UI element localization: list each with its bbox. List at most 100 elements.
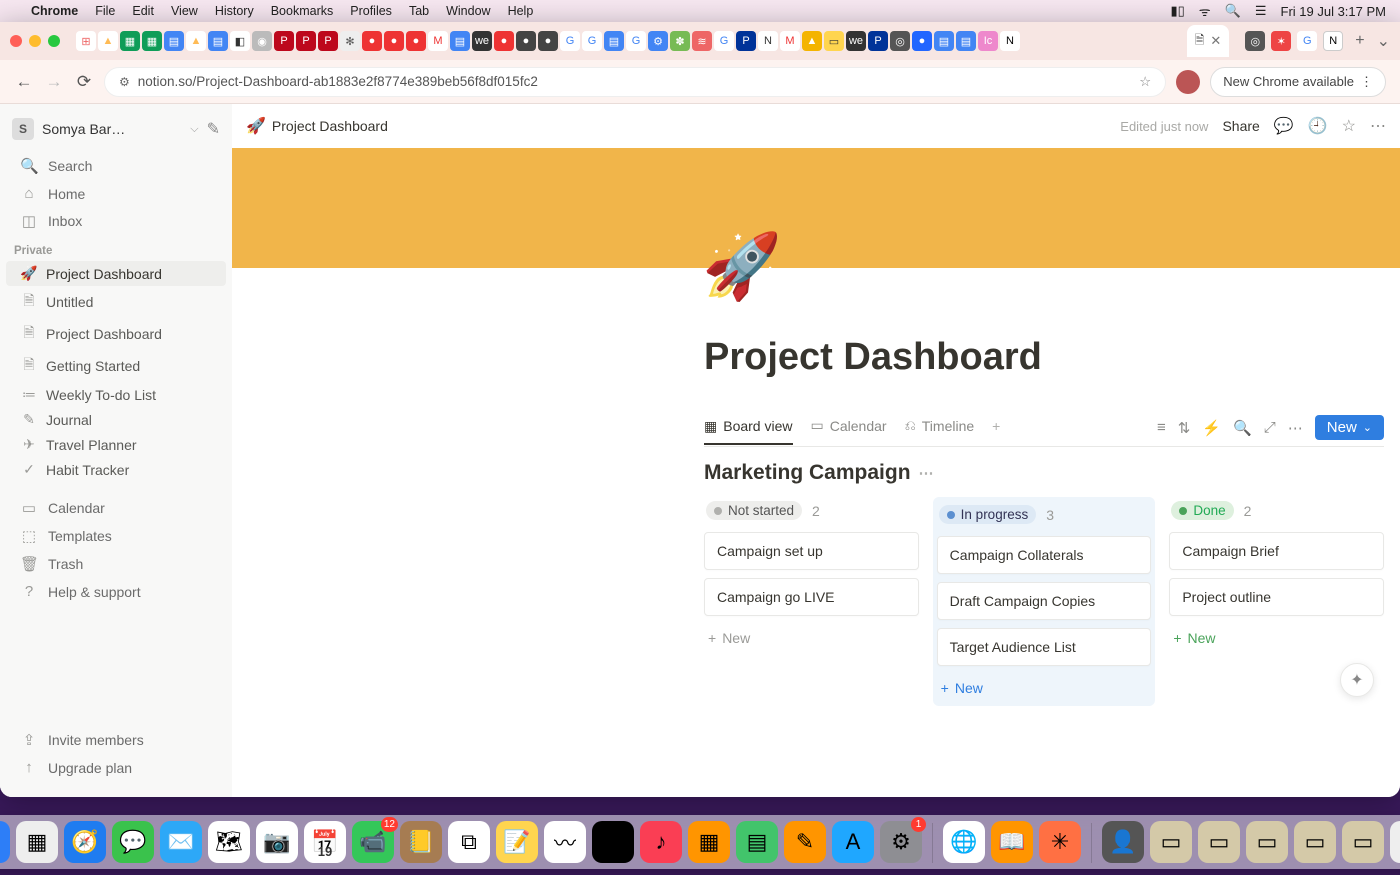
control-center-icon[interactable]: ☰ [1255, 3, 1267, 19]
active-tab[interactable]: 🗎 ✕ [1187, 25, 1230, 57]
pinned-tab[interactable]: ⊞ [76, 31, 96, 51]
sidebar-search[interactable]: 🔍Search [6, 152, 226, 180]
sidebar-home[interactable]: ⌂Home [6, 180, 226, 207]
column-header[interactable]: In progress3 [937, 501, 1152, 528]
search-db-icon[interactable]: 🔍 [1233, 419, 1252, 437]
breadcrumb[interactable]: 🚀 Project Dashboard [246, 116, 388, 136]
background-tab[interactable]: ✶ [1271, 31, 1291, 51]
dock-app[interactable]: ▦ [16, 821, 58, 863]
sidebar-invite[interactable]: ⇪Invite members [6, 726, 226, 754]
dock-app[interactable]: 📝 [496, 821, 538, 863]
dock-app[interactable]: ▭ [1198, 821, 1240, 863]
forward-button[interactable]: → [44, 72, 64, 92]
board-card[interactable]: Campaign go LIVE [704, 578, 919, 616]
close-tab-icon[interactable]: ✕ [1210, 33, 1221, 49]
dock-app[interactable]: 📅19 [304, 821, 346, 863]
pinned-tab[interactable]: ⚙ [648, 31, 668, 51]
automation-icon[interactable]: ⚡ [1202, 419, 1221, 437]
menubar-item[interactable]: Bookmarks [271, 4, 334, 18]
dock-app[interactable]: ▭ [1150, 821, 1192, 863]
pinned-tab[interactable]: ◉ [252, 31, 272, 51]
pinned-tab[interactable]: ▤ [164, 31, 184, 51]
page-cover[interactable]: 🚀 [232, 148, 1400, 268]
workspace-switcher[interactable]: S Somya Bar… ⌵ ✎ [0, 112, 232, 146]
add-view-button[interactable]: + [992, 418, 1000, 438]
dock-app[interactable]: ⚙1 [880, 821, 922, 863]
dock-app[interactable]: 📒 [400, 821, 442, 863]
pinned-tab[interactable]: P [296, 31, 316, 51]
db-more-icon[interactable]: ⋯ [1288, 419, 1303, 437]
dock-app[interactable]: A [832, 821, 874, 863]
pinned-tab[interactable]: ▤ [604, 31, 624, 51]
menubar-item[interactable]: Tab [409, 4, 429, 18]
sort-icon[interactable]: ⇅ [1178, 419, 1191, 437]
dock-app[interactable]: 〰 [544, 821, 586, 863]
sidebar-page[interactable]: 🗎Project Dashboard [6, 318, 226, 350]
reload-button[interactable]: ⟳ [74, 72, 94, 92]
pinned-tab[interactable]: ≋ [692, 31, 712, 51]
pinned-tab[interactable]: M [780, 31, 800, 51]
board-card[interactable]: Campaign set up [704, 532, 919, 570]
pinned-tab[interactable]: we [472, 31, 492, 51]
pinned-tab[interactable]: ● [384, 31, 404, 51]
battery-icon[interactable]: ▮▯ [1170, 3, 1184, 19]
pinned-tab[interactable]: ● [538, 31, 558, 51]
sidebar-inbox[interactable]: ◫Inbox [6, 207, 226, 235]
dock-app[interactable]: ▭ [1294, 821, 1336, 863]
dock-app[interactable]: ⧉ [448, 821, 490, 863]
pinned-tab[interactable]: ▤ [450, 31, 470, 51]
menubar-clock[interactable]: Fri 19 Jul 3:17 PM [1281, 4, 1387, 19]
page-emoji[interactable]: 🚀 [702, 229, 782, 304]
sidebar-calendar[interactable]: ▭Calendar [6, 494, 226, 522]
column-header[interactable]: Not started2 [704, 497, 919, 524]
pinned-tab[interactable]: ◎ [890, 31, 910, 51]
pinned-tab[interactable]: ▭ [824, 31, 844, 51]
board-card[interactable]: Campaign Collaterals [937, 536, 1152, 574]
sidebar-page[interactable]: ✓Habit Tracker [6, 457, 226, 482]
pinned-tab[interactable]: ● [516, 31, 536, 51]
dock-app[interactable]: 📖 [991, 821, 1033, 863]
update-chrome-button[interactable]: New Chrome available⋮ [1210, 67, 1386, 97]
menubar-item[interactable]: File [95, 4, 115, 18]
dock-app[interactable]: ▭ [1342, 821, 1384, 863]
pinned-tab[interactable]: ▲ [98, 31, 118, 51]
pinned-tab[interactable]: ✻ [340, 31, 360, 51]
pinned-tab[interactable]: G [714, 31, 734, 51]
board-card[interactable]: Target Audience List [937, 628, 1152, 666]
dock-app[interactable]: ✉️ [160, 821, 202, 863]
dock-app[interactable]: 🗑 [1390, 821, 1400, 863]
pinned-tab[interactable]: ● [494, 31, 514, 51]
pinned-tab[interactable]: P [318, 31, 338, 51]
pinned-tab[interactable]: N [758, 31, 778, 51]
dock-app[interactable]: ♪ [640, 821, 682, 863]
comments-icon[interactable]: 💬 [1274, 116, 1294, 136]
background-tab[interactable]: N [1323, 31, 1343, 51]
pinned-tab[interactable]: ▲ [186, 31, 206, 51]
sidebar-page[interactable]: 🗎Untitled [6, 286, 226, 318]
menubar-item[interactable]: View [171, 4, 198, 18]
dock-app[interactable]: ☺ [0, 821, 10, 863]
board-card[interactable]: Draft Campaign Copies [937, 582, 1152, 620]
background-tab[interactable]: G [1297, 31, 1317, 51]
dock-app[interactable]: ▭ [1246, 821, 1288, 863]
pinned-tab[interactable]: ● [406, 31, 426, 51]
back-button[interactable]: ← [14, 72, 34, 92]
sidebar-page[interactable]: 🗎Getting Started [6, 350, 226, 382]
minimize-window-button[interactable] [29, 35, 41, 47]
sidebar-page[interactable]: ✈Travel Planner [6, 432, 226, 457]
pinned-tab[interactable]: ▦ [142, 31, 162, 51]
dock-app[interactable]: 📹12 [352, 821, 394, 863]
pinned-tab[interactable]: P [274, 31, 294, 51]
favorite-icon[interactable]: ☆ [1342, 116, 1356, 136]
sidebar-templates[interactable]: ⬚Templates [6, 522, 226, 550]
add-card-button[interactable]: +New [937, 674, 1152, 702]
expand-icon[interactable]: ⤢ [1264, 419, 1276, 436]
updates-icon[interactable]: 🕘 [1308, 116, 1328, 136]
dock-app[interactable]: ✳ [1039, 821, 1081, 863]
sidebar-help[interactable]: ?Help & support [6, 578, 226, 605]
board-card[interactable]: Campaign Brief [1169, 532, 1384, 570]
bookmark-star-icon[interactable]: ☆ [1139, 74, 1151, 90]
wifi-icon[interactable]: ᯤ [1199, 2, 1211, 20]
menubar-item[interactable]: Window [446, 4, 490, 18]
site-info-icon[interactable]: ⚙ [119, 75, 130, 89]
